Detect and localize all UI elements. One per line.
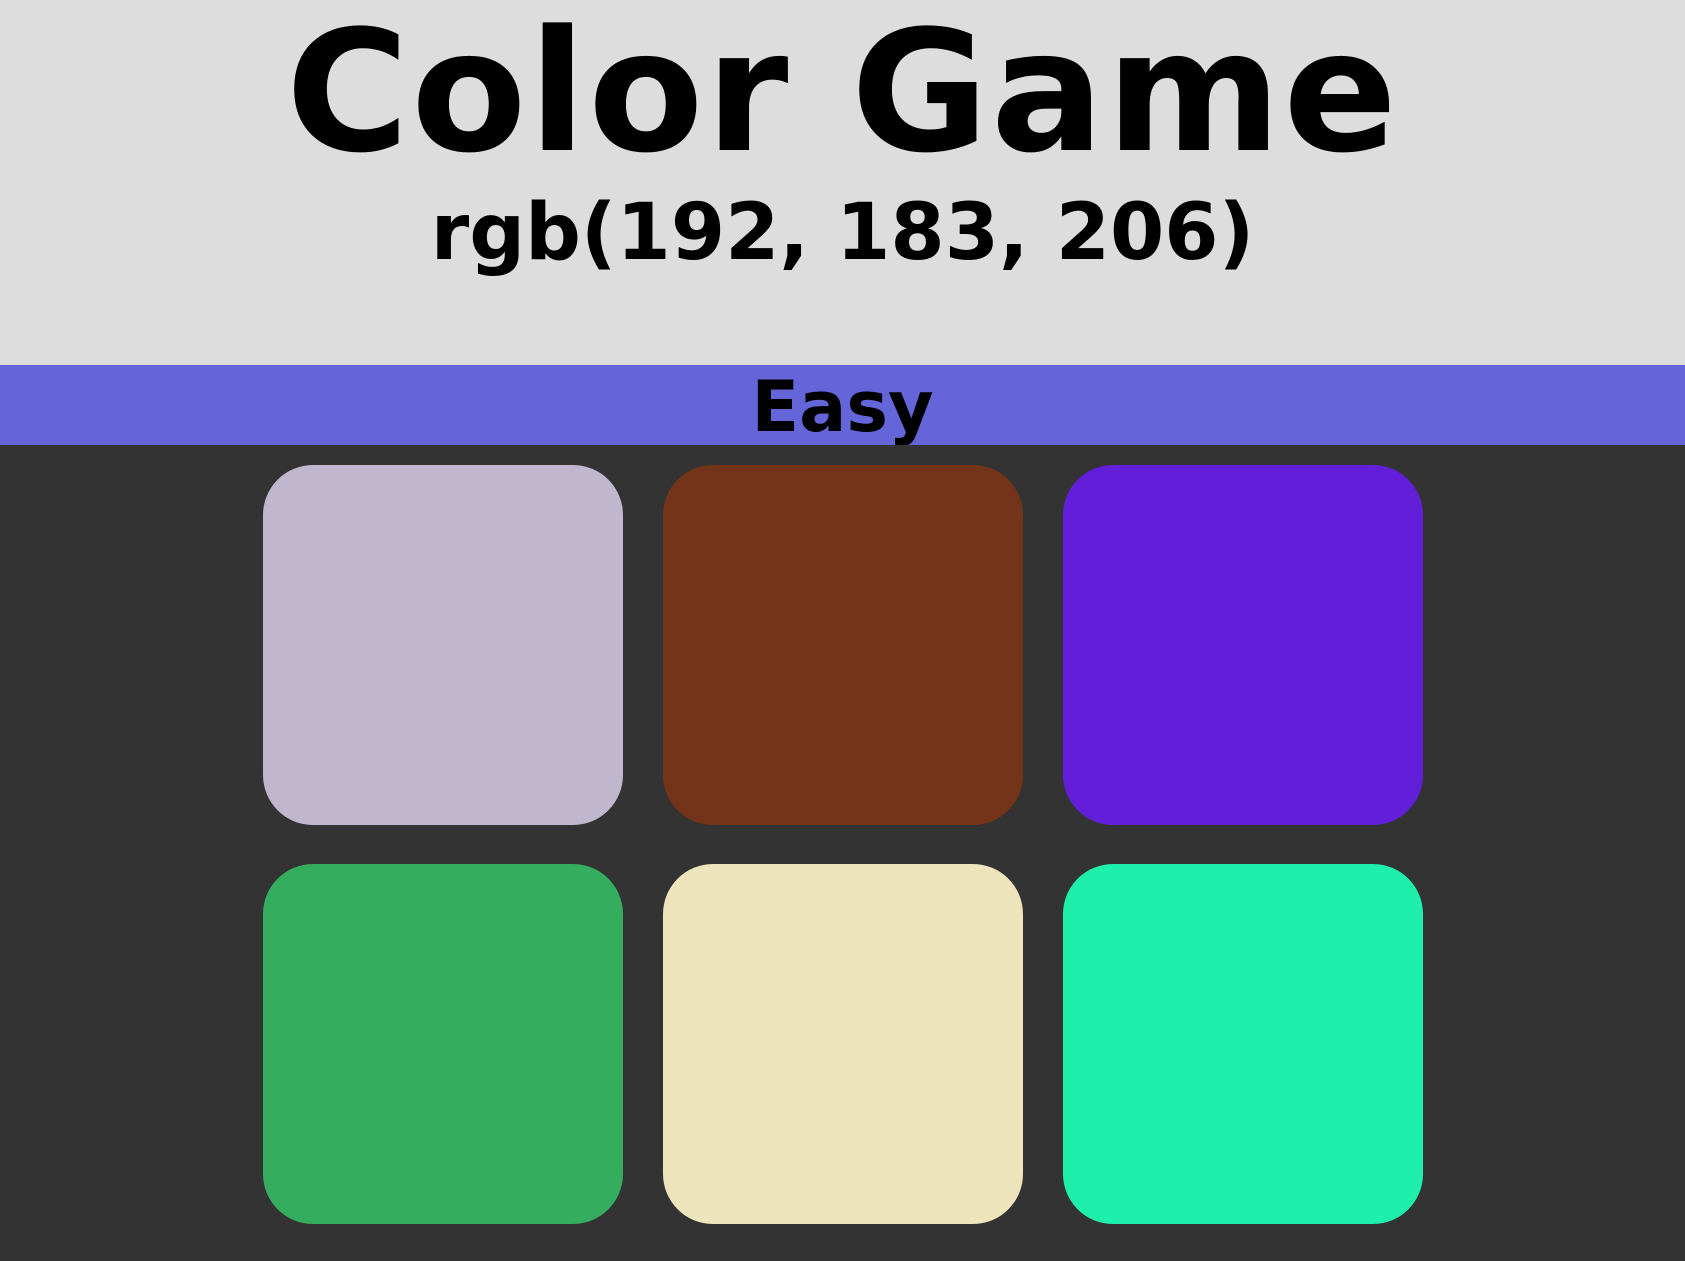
header: Color Game rgb(192, 183, 206)	[0, 0, 1685, 365]
color-square[interactable]	[663, 864, 1023, 1224]
color-square[interactable]	[663, 465, 1023, 825]
color-square[interactable]	[1063, 465, 1423, 825]
mode-bar: Easy	[0, 365, 1685, 448]
color-square[interactable]	[263, 864, 623, 1224]
target-color-display: rgb(192, 183, 206)	[430, 188, 1255, 278]
color-square[interactable]	[1063, 864, 1423, 1224]
color-square[interactable]	[263, 465, 623, 825]
difficulty-mode-button[interactable]: Easy	[0, 365, 1685, 448]
game-title: Color Game	[285, 0, 1400, 190]
color-board	[0, 445, 1685, 1261]
